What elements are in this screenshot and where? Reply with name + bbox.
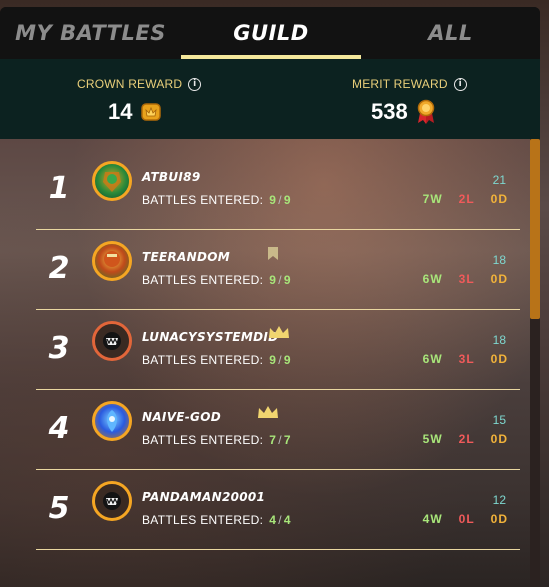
battles-label: BATTLES ENTERED: xyxy=(142,273,264,287)
rewards-bar: CROWN REWARD i 14 MERIT REWARD i 538 xyxy=(0,59,540,139)
rank-number: 4 xyxy=(48,411,70,446)
score: 12 xyxy=(492,493,506,507)
win-loss-draw: 6W 3L 0D xyxy=(423,352,508,366)
rank-number: 1 xyxy=(48,171,70,206)
battles-entered: BATTLES ENTERED: 9/9 xyxy=(142,193,291,207)
player-name[interactable]: LUNACYSYSTEMDID xyxy=(142,330,278,344)
avatar[interactable] xyxy=(92,401,132,441)
bookmark-icon xyxy=(268,247,278,260)
win-loss-draw: 7W 2L 0D xyxy=(423,192,508,206)
rank-number: 5 xyxy=(48,491,70,526)
avatar[interactable] xyxy=(92,481,132,521)
battles-entered: BATTLES ENTERED: 9/9 xyxy=(142,353,291,367)
tab-guild[interactable]: GUILD xyxy=(181,7,361,59)
losses: 2L xyxy=(458,192,475,206)
win-loss-draw: 5W 2L 0D xyxy=(423,432,508,446)
crown-reward-label: CROWN REWARD xyxy=(77,77,183,91)
battles-entered-count: 9 xyxy=(269,273,277,287)
wins: 5W xyxy=(422,432,443,446)
score: 21 xyxy=(492,173,506,187)
crown-icon xyxy=(258,406,278,418)
battles-total-count: 9 xyxy=(283,193,291,207)
merit-reward-label-wrap: MERIT REWARD i xyxy=(352,77,467,91)
leaderboard-row[interactable]: 1 ATBUI89 BATTLES ENTERED: 9/9 21 7W 2L 0… xyxy=(0,149,530,229)
losses: 3L xyxy=(458,272,475,286)
rank-number: 2 xyxy=(48,251,70,286)
player-name[interactable]: PANDAMAN20001 xyxy=(142,490,265,504)
battles-entered-count: 9 xyxy=(269,193,277,207)
wins: 7W xyxy=(422,192,443,206)
battle-leaderboard-panel: MY BATTLES GUILD ALL CROWN REWARD i 14 M… xyxy=(0,7,540,587)
wins: 4W xyxy=(422,512,443,526)
scrollbar-thumb[interactable] xyxy=(530,139,540,319)
crown-icon xyxy=(269,326,289,338)
info-icon[interactable]: i xyxy=(453,77,467,91)
player-name[interactable]: NAIVE-GOD xyxy=(142,410,221,424)
score: 18 xyxy=(492,333,506,347)
battles-entered: BATTLES ENTERED: 4/4 xyxy=(142,513,291,527)
avatar[interactable] xyxy=(92,241,132,281)
leaderboard-row[interactable]: 3 LUNACYSYSTEMDID BATTLES ENTERED: 9/9 18… xyxy=(0,309,530,389)
score: 15 xyxy=(492,413,506,427)
battles-entered-count: 7 xyxy=(269,433,277,447)
leaderboard-row[interactable]: 2 TEERANDOM BATTLES ENTERED: 9/9 18 6W 3L… xyxy=(0,229,530,309)
battles-total-count: 9 xyxy=(283,353,291,367)
tab-bar: MY BATTLES GUILD ALL xyxy=(0,7,540,59)
crown-reward-value-wrap: 14 xyxy=(108,99,162,125)
info-icon[interactable]: i xyxy=(188,77,202,91)
merit-reward-value: 538 xyxy=(371,99,408,124)
battles-label: BATTLES ENTERED: xyxy=(142,513,264,527)
win-loss-draw: 4W 0L 0D xyxy=(423,512,508,526)
draws: 0D xyxy=(490,272,508,286)
rank-number: 3 xyxy=(48,331,70,366)
draws: 0D xyxy=(490,192,508,206)
leaderboard-row[interactable]: 5 PANDAMAN20001 BATTLES ENTERED: 4/4 12 4… xyxy=(0,469,530,549)
avatar[interactable] xyxy=(92,321,132,361)
player-name[interactable]: TEERANDOM xyxy=(142,250,230,264)
crown-reward-label-wrap: CROWN REWARD i xyxy=(77,77,202,91)
battles-entered: BATTLES ENTERED: 7/7 xyxy=(142,433,291,447)
merit-reward-value-wrap: 538 xyxy=(371,99,436,125)
tab-my-battles[interactable]: MY BATTLES xyxy=(0,7,181,59)
player-name[interactable]: ATBUI89 xyxy=(142,170,200,184)
score: 18 xyxy=(492,253,506,267)
crown-reward-value: 14 xyxy=(108,99,133,124)
battles-total-count: 9 xyxy=(283,273,291,287)
leaderboard-row[interactable]: 4 NAIVE-GOD BATTLES ENTERED: 7/7 15 5W 2L… xyxy=(0,389,530,469)
battles-total-count: 4 xyxy=(283,513,291,527)
wins: 6W xyxy=(422,272,443,286)
battles-entered-count: 4 xyxy=(269,513,277,527)
battles-total-count: 7 xyxy=(283,433,291,447)
losses: 3L xyxy=(458,352,475,366)
tab-all[interactable]: ALL xyxy=(361,7,540,59)
battles-entered: BATTLES ENTERED: 9/9 xyxy=(142,273,291,287)
merit-reward-label: MERIT REWARD xyxy=(352,77,448,91)
draws: 0D xyxy=(490,512,508,526)
win-loss-draw: 6W 3L 0D xyxy=(423,272,508,286)
crown-token-icon xyxy=(141,103,162,121)
draws: 0D xyxy=(490,432,508,446)
losses: 2L xyxy=(458,432,475,446)
battles-entered-count: 9 xyxy=(269,353,277,367)
battles-label: BATTLES ENTERED: xyxy=(142,353,264,367)
wins: 6W xyxy=(422,352,443,366)
merit-medal-icon xyxy=(417,99,434,124)
row-divider xyxy=(36,549,520,550)
battles-label: BATTLES ENTERED: xyxy=(142,193,264,207)
draws: 0D xyxy=(490,352,508,366)
losses: 0L xyxy=(458,512,475,526)
avatar[interactable] xyxy=(92,161,132,201)
battles-label: BATTLES ENTERED: xyxy=(142,433,264,447)
